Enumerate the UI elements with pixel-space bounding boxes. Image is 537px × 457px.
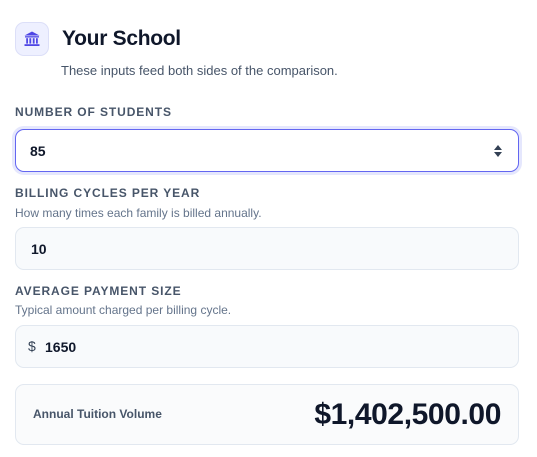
billing-cycles-value: 10 <box>31 241 47 257</box>
students-label: NUMBER OF STUDENTS <box>15 105 172 119</box>
students-input[interactable]: 85 <box>15 129 519 172</box>
payment-size-value: 1650 <box>45 339 77 355</box>
section-subtitle: These inputs feed both sides of the comp… <box>61 63 338 78</box>
payment-size-input[interactable]: $ 1650 <box>15 325 519 368</box>
bank-icon <box>15 22 49 56</box>
section-header: Your School <box>15 22 525 58</box>
payment-size-label: AVERAGE PAYMENT SIZE <box>15 284 182 298</box>
billing-cycles-input[interactable]: 10 <box>15 227 519 270</box>
stepper-up-icon <box>494 145 502 150</box>
tuition-volume-label: Annual Tuition Volume <box>33 407 162 421</box>
tuition-volume-value: $1,402,500.00 <box>314 398 501 431</box>
currency-prefix: $ <box>28 338 36 354</box>
students-value: 85 <box>30 143 46 159</box>
billing-cycles-label: BILLING CYCLES PER YEAR <box>15 186 201 200</box>
section-title: Your School <box>62 27 181 50</box>
stepper-down-icon <box>494 152 502 157</box>
tuition-volume-card: Annual Tuition Volume $1,402,500.00 <box>15 384 519 445</box>
number-stepper[interactable] <box>493 143 503 159</box>
your-school-panel: Your School These inputs feed both sides… <box>0 0 537 457</box>
billing-cycles-help: How many times each family is billed ann… <box>15 206 262 220</box>
payment-size-help: Typical amount charged per billing cycle… <box>15 303 232 317</box>
